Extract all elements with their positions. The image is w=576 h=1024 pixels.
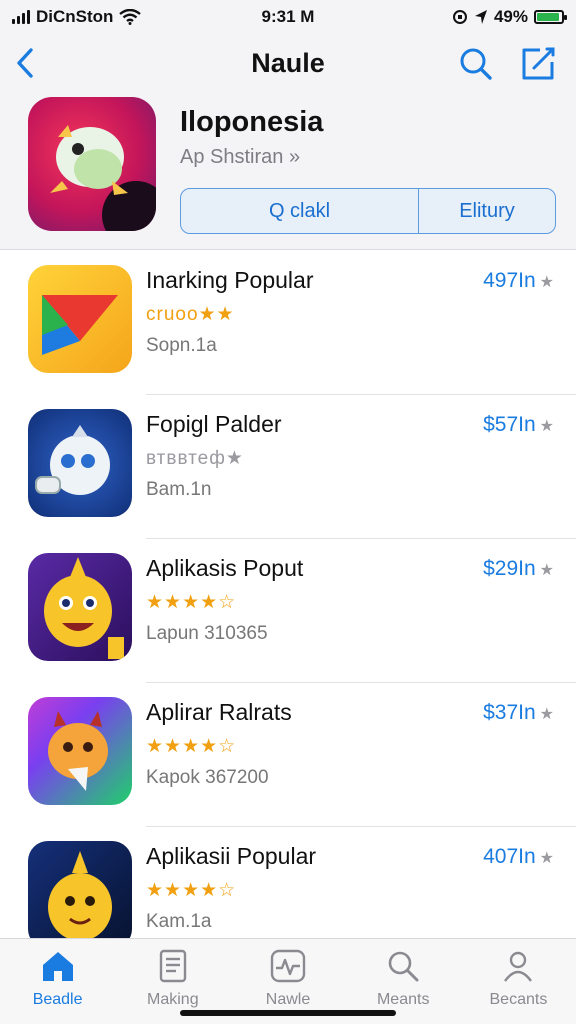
status-bar: DiCnSton 9:31 M 49% [0,0,576,34]
star-rating: ★★★★☆ [146,880,237,901]
app-icon [28,841,132,949]
search-button[interactable] [456,44,496,84]
segment-right-button[interactable]: Elitury [419,189,555,233]
app-icon [28,409,132,517]
star-rating: ★★★★☆ [146,592,237,613]
search-icon [388,951,419,982]
tab-label: Meants [376,991,430,1008]
tab-label: Beadle [32,991,83,1008]
list-item[interactable]: Inarking Popular cruoo★★ Sopn.1a 497In ★ [0,251,576,395]
home-icon [42,952,73,981]
featured-mascot-icon [50,125,156,231]
price-button[interactable]: 497In ★ [483,269,554,293]
star-rating: ★★★★☆ [146,736,237,757]
star-icon: ★ [539,562,554,579]
devil-mascot-icon [48,711,108,791]
app-name: Aplikasis Poput [146,555,304,581]
app-meta: Sopn.1a [146,335,217,356]
tab-label: Nawle [265,991,311,1008]
pulse-icon [270,949,306,983]
star-icon: ★ [539,418,554,435]
star-icon: ★ [539,706,554,723]
star-icon: ★ [539,274,554,291]
home-indicator[interactable] [180,1010,396,1016]
robot-icon [35,425,110,495]
header: Naule Iloponesia Ap Shstiran » Q clakl E… [0,34,576,250]
clock: 9:31 M [261,7,315,26]
price-button[interactable]: $37In ★ [483,701,554,725]
star-rating: втввтеф★ [146,448,244,469]
app-meta: Kam.1a [146,911,212,932]
list-item[interactable]: Aplikasis Poput ★★★★☆ Lapun 310365 $29In… [0,539,576,683]
price-button[interactable]: 407In ★ [483,845,554,869]
app-name: Aplirar Ralrats [146,699,292,725]
compose-button[interactable] [518,44,558,84]
person-icon [504,951,533,982]
battery-fill [537,13,559,21]
app-icon [28,553,132,661]
battery-icon [534,10,567,24]
tab-label: Becants [489,991,548,1008]
app-icon [28,265,132,373]
search-icon [460,48,492,80]
tab-label: Making [147,991,199,1008]
nav-bar: Naule [0,34,576,94]
price-button[interactable]: $57In ★ [483,413,554,437]
segmented-control: Q clakl Elitury [180,188,556,234]
app-icon [28,697,132,805]
list-item[interactable]: Fopigl Palder втввтеф★ Bam.1n $57In ★ [0,395,576,539]
compose-icon [522,47,555,80]
list-item[interactable]: Aplirar Ralrats ★★★★☆ Kapok 367200 $37In… [0,683,576,827]
price-label: 497In [483,269,536,292]
smiley-mascot-icon [44,557,124,659]
maps-icon [42,295,118,355]
price-label: 407In [483,845,536,868]
tab-beadle[interactable]: Beadle [0,939,115,1024]
featured-title: Iloponesia [180,106,324,138]
app-name: Fopigl Palder [146,411,282,437]
app-name: Inarking Popular [146,267,314,293]
segment-left-button[interactable]: Q clakl [181,189,419,233]
price-button[interactable]: $29In ★ [483,557,554,581]
price-label: $37In [483,701,536,724]
star-icon: ★ [539,850,554,867]
price-label: $57In [483,413,536,436]
app-name: Aplikasii Popular [146,843,317,869]
app-meta: Bam.1n [146,479,212,500]
star-rating: cruoo★★ [146,304,235,325]
featured-app-icon[interactable] [28,97,156,231]
tab-becants[interactable]: Becants [461,939,576,1024]
price-label: $29In [483,557,536,580]
mascot-icon [48,851,112,941]
list-icon [159,949,186,983]
app-meta: Lapun 310365 [146,623,268,644]
featured-subtitle[interactable]: Ap Shstiran » [180,146,300,169]
app-meta: Kapok 367200 [146,767,269,788]
